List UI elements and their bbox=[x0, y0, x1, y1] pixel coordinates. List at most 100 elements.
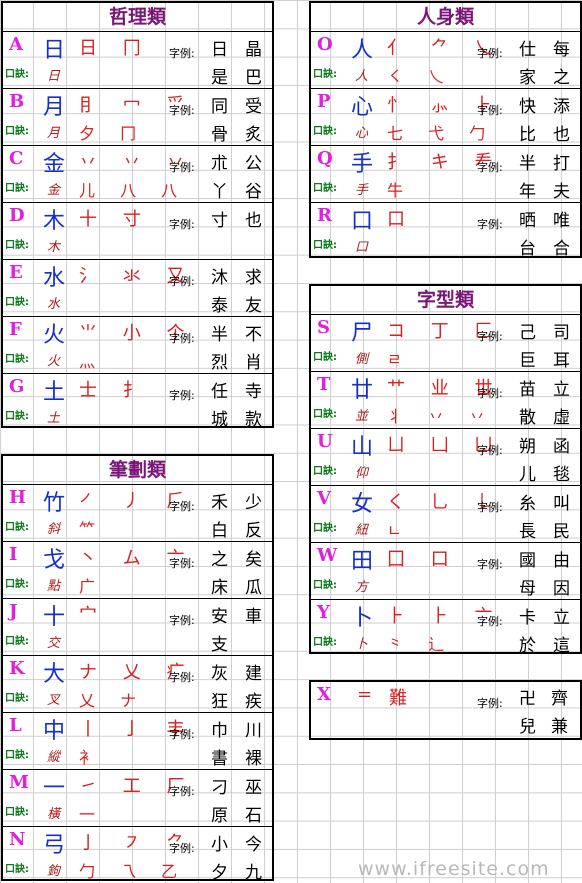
example-char: 台 bbox=[519, 239, 536, 259]
auxiliary-forms-2: ㄹ bbox=[387, 350, 412, 369]
example-char: 比 bbox=[519, 125, 536, 145]
kou-jue-value: 叉 bbox=[47, 693, 61, 708]
kou-jue-label: 口訣: bbox=[5, 522, 29, 533]
example-label: 字例: bbox=[477, 161, 503, 174]
example-char: 仕 bbox=[519, 40, 536, 60]
example-char: 晶 bbox=[245, 40, 262, 60]
key-character: 尸 bbox=[351, 321, 374, 346]
kou-jue-label: 口訣: bbox=[5, 240, 29, 251]
kou-jue-value: 水 bbox=[47, 297, 61, 312]
key-row-u: U 山口訣: 仰ㄩ 凵 凵字例: 朔函儿毯 bbox=[311, 429, 580, 486]
kou-jue-value: 縱 bbox=[47, 750, 61, 765]
kou-jue-label: 口訣: bbox=[5, 126, 29, 137]
example-char: 長 bbox=[519, 522, 536, 542]
x-form: 難 bbox=[389, 688, 407, 709]
example-label: 字例: bbox=[169, 161, 195, 174]
example-char: 日 bbox=[211, 40, 228, 60]
key-row-h: H 竹口訣: 斜㇒ 丿 ⺁⺮字例: 禾少白反 bbox=[3, 485, 272, 542]
key-letter: N bbox=[9, 829, 26, 850]
kou-jue-value: 並 bbox=[355, 409, 369, 424]
example-char: 立 bbox=[553, 380, 570, 400]
x-example-1: 卍 bbox=[519, 689, 536, 709]
kou-jue-label: 口訣: bbox=[5, 297, 29, 308]
example-char: 於 bbox=[519, 636, 536, 656]
example-char: 裸 bbox=[245, 749, 262, 769]
panel-body: 人身類 O 人口訣: 人亻 ⺈ 乀㇛ 乀字例: 仕每家之 P 心口訣: 心忄 ⺗ ⺊七 弋 … bbox=[309, 1, 582, 259]
x-key: = bbox=[357, 684, 373, 705]
key-character: 金 bbox=[43, 152, 66, 177]
example-char: 儿 bbox=[519, 465, 536, 485]
example-char: 泰 bbox=[211, 296, 228, 316]
key-character: 田 bbox=[351, 549, 374, 574]
auxiliary-forms-2: 儿 八 八 bbox=[79, 181, 188, 200]
auxiliary-forms: 口 bbox=[387, 209, 415, 230]
key-letter: C bbox=[9, 148, 24, 169]
kou-jue-label: 口訣: bbox=[5, 693, 29, 704]
key-letter: Q bbox=[317, 148, 333, 169]
kou-jue-value: 方 bbox=[355, 580, 369, 595]
kou-jue-value: 人 bbox=[355, 69, 369, 84]
example-label: 字例: bbox=[477, 330, 503, 343]
example-label: 字例: bbox=[169, 728, 195, 741]
example-char: 半 bbox=[211, 325, 228, 345]
example-char: 因 bbox=[553, 579, 570, 599]
key-letter: O bbox=[317, 34, 333, 55]
key-letter: W bbox=[317, 545, 338, 566]
example-label: 字例: bbox=[169, 104, 195, 117]
key-character: 山 bbox=[351, 435, 374, 460]
auxiliary-forms: 宀 bbox=[79, 605, 107, 626]
key-row-n: N 弓口訣: 鉤亅 ㇇ ⺈勹 乁 乙字例: 小今夕九 bbox=[3, 827, 272, 883]
example-char: 之 bbox=[553, 68, 570, 88]
kou-jue-label: 口訣: bbox=[313, 126, 337, 137]
key-character: 中 bbox=[43, 719, 66, 744]
example-char: 疾 bbox=[245, 692, 262, 712]
key-character: 日 bbox=[43, 38, 66, 63]
panel-x: X = 難 字例: 卍 齊 兒 兼 bbox=[309, 680, 582, 740]
key-letter: D bbox=[9, 205, 25, 226]
auxiliary-forms-2: 七 弋 勹 bbox=[387, 124, 496, 143]
key-row-v: V 女口訣: 紐く 乚 𠄌 ㄴ字例: 糸叫長民 bbox=[311, 486, 580, 543]
watermark: www.ifreesite.com bbox=[358, 858, 550, 880]
example-label: 字例: bbox=[169, 785, 195, 798]
example-char: 谷 bbox=[245, 182, 262, 202]
panel-title-philosophy: 哲理類 bbox=[3, 3, 272, 32]
example-char: 刁 bbox=[211, 778, 228, 798]
key-character: 土 bbox=[43, 380, 66, 405]
kou-jue-label: 口訣: bbox=[313, 352, 337, 363]
example-label: 字例: bbox=[169, 614, 195, 627]
key-row-i: I 戈口訣: 點丶 ム 亠广字例: 之矣床瓜 bbox=[3, 542, 272, 599]
example-char: 安 bbox=[211, 607, 228, 627]
auxiliary-forms-2: ⺀ ⻌ bbox=[387, 635, 455, 654]
kou-jue-label: 口訣: bbox=[5, 750, 29, 761]
x-example-2: 齊 bbox=[551, 689, 568, 709]
key-row-r: R 口口訣: 口口字例: 晒唯台合 bbox=[311, 203, 580, 259]
key-character: 心 bbox=[351, 95, 374, 120]
example-char: 家 bbox=[519, 68, 536, 88]
example-label: 字例: bbox=[477, 47, 503, 60]
kou-jue-value: 土 bbox=[47, 411, 61, 426]
example-char: 由 bbox=[553, 551, 570, 571]
example-char: 少 bbox=[245, 493, 262, 513]
kou-jue-label: 口訣: bbox=[313, 580, 337, 591]
example-char: 夫 bbox=[553, 182, 570, 202]
panel-title-strokes: 筆劃類 bbox=[3, 456, 272, 485]
key-row-g: G 土口訣: 土士 扌字例: 任寺城款 bbox=[3, 374, 272, 430]
example-char: 夕 bbox=[211, 863, 228, 883]
auxiliary-forms: 士 扌 bbox=[79, 380, 151, 401]
example-char: 灰 bbox=[211, 664, 228, 684]
example-label: 字例: bbox=[169, 218, 195, 231]
example-label: 字例: bbox=[477, 558, 503, 571]
kou-jue-value: 金 bbox=[47, 183, 61, 198]
auxiliary-forms-2: 衤 bbox=[79, 748, 106, 767]
auxiliary-forms-2: 一 bbox=[79, 805, 106, 824]
example-char: 是 bbox=[211, 68, 228, 88]
example-char: 每 bbox=[553, 40, 570, 60]
example-char: 之 bbox=[211, 550, 228, 570]
example-char: 朔 bbox=[519, 437, 536, 457]
key-row-p: P 心口訣: 心忄 ⺗ ⺊七 弋 勹字例: 快添比也 bbox=[311, 89, 580, 146]
example-char: 打 bbox=[553, 154, 570, 174]
key-row-a: A 日口訣: 日日 冂字例: 日晶是巴 bbox=[3, 32, 272, 89]
example-char: 原 bbox=[211, 806, 228, 826]
key-row-y: Y 卜口訣: 卜⺊ ⺊ 亠⺀ ⻌字例: 卡立於這 bbox=[311, 600, 580, 656]
example-char: 半 bbox=[519, 154, 536, 174]
